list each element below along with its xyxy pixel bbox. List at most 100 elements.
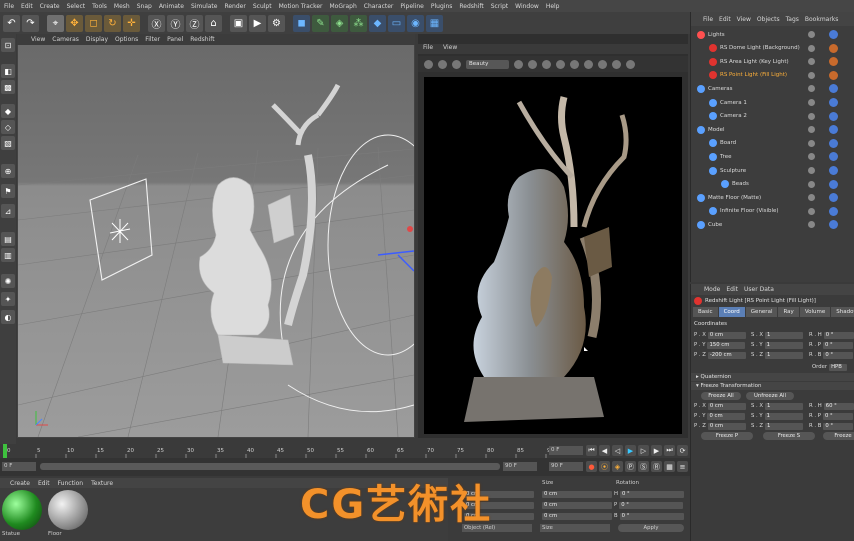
pause-icon[interactable] xyxy=(438,59,447,69)
coord-field-value[interactable]: 0 ° xyxy=(823,331,854,339)
visibility-dots-icon[interactable] xyxy=(808,44,815,52)
menu-item[interactable]: Sculpt xyxy=(253,3,272,10)
tag-icon[interactable] xyxy=(829,206,838,216)
menu-item[interactable]: Edit xyxy=(21,3,33,10)
deformer-icon[interactable]: ◆ xyxy=(369,14,386,32)
coord-field-value[interactable]: 0 cm xyxy=(707,331,746,339)
scale-key-icon[interactable]: Ⓢ xyxy=(638,461,649,472)
visibility-dots-icon[interactable] xyxy=(808,58,815,66)
visibility-dots-icon[interactable] xyxy=(808,221,815,229)
material-menu-item[interactable]: Function xyxy=(58,480,84,487)
redo-icon[interactable]: ↷ xyxy=(22,14,39,32)
menu-item[interactable]: Tools xyxy=(92,3,107,10)
subdivision-icon[interactable]: ◈ xyxy=(331,14,348,32)
object-row[interactable]: Board xyxy=(691,137,854,150)
x-axis-icon[interactable]: Ⓧ xyxy=(148,14,165,32)
coord-field[interactable]: R . B0 ° xyxy=(809,351,854,359)
coord-field-value[interactable]: 60 ° xyxy=(823,402,854,410)
tag-icon[interactable] xyxy=(829,179,838,189)
coord-field[interactable]: S . Y1 xyxy=(751,341,803,349)
object-menu-item[interactable]: View xyxy=(737,16,751,23)
render-view-icon[interactable]: ▣ xyxy=(230,14,247,32)
material-floor[interactable]: Floor xyxy=(48,490,90,537)
current-frame-field[interactable]: 0 F xyxy=(549,446,583,455)
coord-field-value[interactable]: 0 cm xyxy=(707,402,746,410)
visibility-dots-icon[interactable] xyxy=(808,194,815,202)
coord-system-icon[interactable]: ⌂ xyxy=(205,14,222,32)
cube-icon[interactable]: ◼ xyxy=(293,14,310,32)
coord-field-value[interactable]: 0 ° xyxy=(823,351,854,359)
polygons-mode-icon[interactable]: ▧ xyxy=(1,136,15,150)
coord-field-value[interactable]: 1 xyxy=(765,331,804,339)
cm-size-value[interactable]: 0 cm xyxy=(542,512,612,520)
array-icon[interactable]: ⁂ xyxy=(350,14,367,32)
attribute-menu-item[interactable]: Edit xyxy=(726,286,738,293)
coord-field-value[interactable]: 1 xyxy=(764,341,803,349)
coord-field-value[interactable]: 0 cm xyxy=(707,412,746,420)
viewport-menu-item[interactable]: Redshift xyxy=(190,36,214,43)
texture-mode-icon[interactable]: ▩ xyxy=(1,80,15,94)
attribute-menu-item[interactable]: Mode xyxy=(704,286,720,293)
size-mode-select[interactable]: Size xyxy=(540,524,610,532)
visibility-dots-icon[interactable] xyxy=(808,167,815,174)
quaternion-section[interactable]: ▸ Quaternion xyxy=(691,373,854,381)
position-key-icon[interactable]: Ⓟ xyxy=(625,461,636,472)
freeze-r-button[interactable]: Freeze xyxy=(823,432,854,440)
live-selection-icon[interactable]: ⌖ xyxy=(47,14,64,32)
next-key-icon[interactable]: ▶ xyxy=(651,445,662,456)
unfreeze-all-button[interactable]: Unfreeze All xyxy=(746,392,794,400)
object-menu-item[interactable]: File xyxy=(703,16,713,23)
tag-icon[interactable] xyxy=(829,111,838,121)
snapshot-icon[interactable] xyxy=(556,59,565,69)
menu-item[interactable]: Character xyxy=(364,3,394,10)
material-menu-item[interactable]: Texture xyxy=(91,480,113,487)
tag-icon[interactable] xyxy=(829,166,838,175)
menu-item[interactable]: Create xyxy=(40,3,60,10)
undo-icon[interactable]: ↶ xyxy=(3,14,20,32)
coord-field[interactable]: R . B0 ° xyxy=(809,422,854,430)
object-row[interactable]: Beads xyxy=(691,178,854,191)
menu-item[interactable]: Simulate xyxy=(191,3,218,10)
timeline-ruler[interactable]: 051015202530354045505560657075808590 0 F… xyxy=(0,444,690,458)
viewport-menu-item[interactable]: Display xyxy=(86,36,108,43)
floor-icon[interactable]: ▭ xyxy=(388,14,405,32)
coord-field[interactable]: S . Z1 xyxy=(751,422,804,430)
spline-pen-icon[interactable]: ✎ xyxy=(312,14,329,32)
viewport-menu-item[interactable]: Filter xyxy=(145,36,160,43)
object-row[interactable]: Cameras xyxy=(691,82,854,95)
prev-key-icon[interactable]: ◀ xyxy=(599,445,610,456)
material-menu-item[interactable]: Create xyxy=(10,480,30,487)
render-picture-viewer-icon[interactable]: ▶ xyxy=(249,14,266,32)
editor-viewport[interactable]: View Cameras Display Options Filter Panel Reds… xyxy=(17,34,415,438)
coord-field-value[interactable]: 0 cm xyxy=(707,422,746,430)
attribute-tab[interactable]: General xyxy=(745,307,778,317)
attribute-tab[interactable]: Shadow xyxy=(831,307,854,317)
menu-item[interactable]: Animate xyxy=(159,3,184,10)
menu-item[interactable]: Redshift xyxy=(459,3,483,10)
loop-icon[interactable]: ⟳ xyxy=(677,445,688,456)
point-light-range-arc[interactable] xyxy=(279,164,389,346)
y-axis-icon[interactable]: Ⓨ xyxy=(167,14,184,32)
grid-icon[interactable]: ▦ xyxy=(426,14,443,32)
object-row[interactable]: Cube xyxy=(691,218,854,231)
next-frame-icon[interactable]: ▷ xyxy=(638,445,649,456)
menu-item[interactable]: Snap xyxy=(137,3,152,10)
coord-field[interactable]: R . P0 ° xyxy=(809,412,853,420)
go-start-icon[interactable]: ⏮ xyxy=(586,445,597,456)
go-end-icon[interactable]: ⏭ xyxy=(664,445,675,456)
cm-size-field[interactable]: 0 cm xyxy=(540,490,612,498)
menu-item[interactable]: Plugins xyxy=(431,3,453,10)
attribute-tab[interactable]: Coord xyxy=(718,307,745,317)
menu-item[interactable]: Window xyxy=(515,3,539,10)
coord-field-value[interactable]: 1 xyxy=(765,351,804,359)
visibility-dots-icon[interactable] xyxy=(808,71,815,79)
viewport-menu-item[interactable]: Panel xyxy=(167,36,183,43)
refresh-icon[interactable] xyxy=(452,59,461,69)
coord-field-value[interactable]: 0 ° xyxy=(822,341,853,349)
sculpt-icon[interactable]: ✦ xyxy=(1,292,15,306)
sphere-icon[interactable] xyxy=(612,59,621,69)
scale-tool-icon[interactable]: ◻ xyxy=(85,14,102,32)
coord-field[interactable]: S . X1 xyxy=(751,331,804,339)
light-move-handle[interactable] xyxy=(377,226,414,272)
coord-field[interactable]: S . Y1 xyxy=(751,412,803,420)
